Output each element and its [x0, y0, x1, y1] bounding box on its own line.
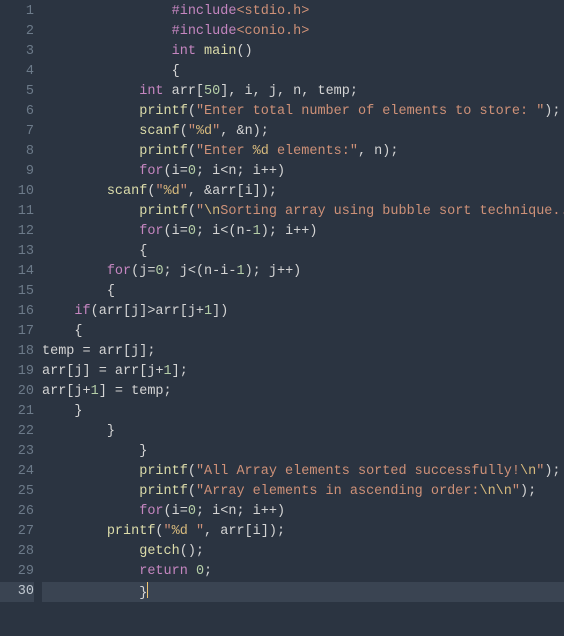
line-number: 2 — [0, 22, 34, 42]
line-number: 4 — [0, 62, 34, 82]
code-line[interactable]: printf("Enter total number of elements t… — [42, 102, 564, 122]
code-line[interactable]: { — [42, 322, 564, 342]
code-line[interactable]: if(arr[j]>arr[j+1]) — [42, 302, 564, 322]
line-number: 22 — [0, 422, 34, 442]
code-line[interactable]: } — [42, 442, 564, 462]
line-number: 23 — [0, 442, 34, 462]
line-number: 1 — [0, 2, 34, 22]
code-line[interactable]: int main() — [42, 42, 564, 62]
line-number: 6 — [0, 102, 34, 122]
code-area[interactable]: #include<stdio.h> #include<conio.h> int … — [42, 2, 564, 636]
code-line[interactable]: for(i=0; i<(n-1); i++) — [42, 222, 564, 242]
code-line[interactable]: printf("All Array elements sorted succes… — [42, 462, 564, 482]
line-number: 18 — [0, 342, 34, 362]
code-line[interactable]: for(i=0; i<n; i++) — [42, 162, 564, 182]
code-line[interactable]: for(i=0; i<n; i++) — [42, 502, 564, 522]
code-line[interactable]: printf("Array elements in ascending orde… — [42, 482, 564, 502]
code-editor[interactable]: 1234567891011121314151617181920212223242… — [0, 0, 564, 636]
text-cursor — [147, 582, 148, 598]
code-line[interactable]: } — [42, 422, 564, 442]
code-line[interactable]: for(j=0; j<(n-i-1); j++) — [42, 262, 564, 282]
line-number: 5 — [0, 82, 34, 102]
line-number: 29 — [0, 562, 34, 582]
line-number: 20 — [0, 382, 34, 402]
code-line[interactable]: } — [42, 582, 564, 602]
code-line[interactable]: } — [42, 402, 564, 422]
code-line[interactable]: printf("\nSorting array using bubble sor… — [42, 202, 564, 222]
line-number: 8 — [0, 142, 34, 162]
line-number: 30 — [0, 582, 34, 602]
line-number: 3 — [0, 42, 34, 62]
line-number: 13 — [0, 242, 34, 262]
code-line[interactable]: #include<stdio.h> — [42, 2, 564, 22]
code-line[interactable]: arr[j+1] = temp; — [42, 382, 564, 402]
code-line[interactable]: printf("%d ", arr[i]); — [42, 522, 564, 542]
line-number: 24 — [0, 462, 34, 482]
line-number: 27 — [0, 522, 34, 542]
code-line[interactable]: scanf("%d", &arr[i]); — [42, 182, 564, 202]
code-line[interactable]: return 0; — [42, 562, 564, 582]
line-number: 17 — [0, 322, 34, 342]
line-number: 9 — [0, 162, 34, 182]
line-number: 19 — [0, 362, 34, 382]
line-number: 11 — [0, 202, 34, 222]
code-line[interactable]: temp = arr[j]; — [42, 342, 564, 362]
line-number: 25 — [0, 482, 34, 502]
line-number: 12 — [0, 222, 34, 242]
code-line[interactable]: scanf("%d", &n); — [42, 122, 564, 142]
code-line[interactable]: { — [42, 62, 564, 82]
line-number: 21 — [0, 402, 34, 422]
line-number: 26 — [0, 502, 34, 522]
line-number: 7 — [0, 122, 34, 142]
code-line[interactable]: #include<conio.h> — [42, 22, 564, 42]
code-line[interactable]: { — [42, 282, 564, 302]
line-number: 28 — [0, 542, 34, 562]
line-number: 14 — [0, 262, 34, 282]
line-number: 16 — [0, 302, 34, 322]
line-number: 15 — [0, 282, 34, 302]
code-line[interactable]: arr[j] = arr[j+1]; — [42, 362, 564, 382]
line-number-gutter: 1234567891011121314151617181920212223242… — [0, 2, 42, 636]
line-number: 10 — [0, 182, 34, 202]
code-line[interactable]: int arr[50], i, j, n, temp; — [42, 82, 564, 102]
code-line[interactable]: { — [42, 242, 564, 262]
code-line[interactable]: getch(); — [42, 542, 564, 562]
code-line[interactable]: printf("Enter %d elements:", n); — [42, 142, 564, 162]
